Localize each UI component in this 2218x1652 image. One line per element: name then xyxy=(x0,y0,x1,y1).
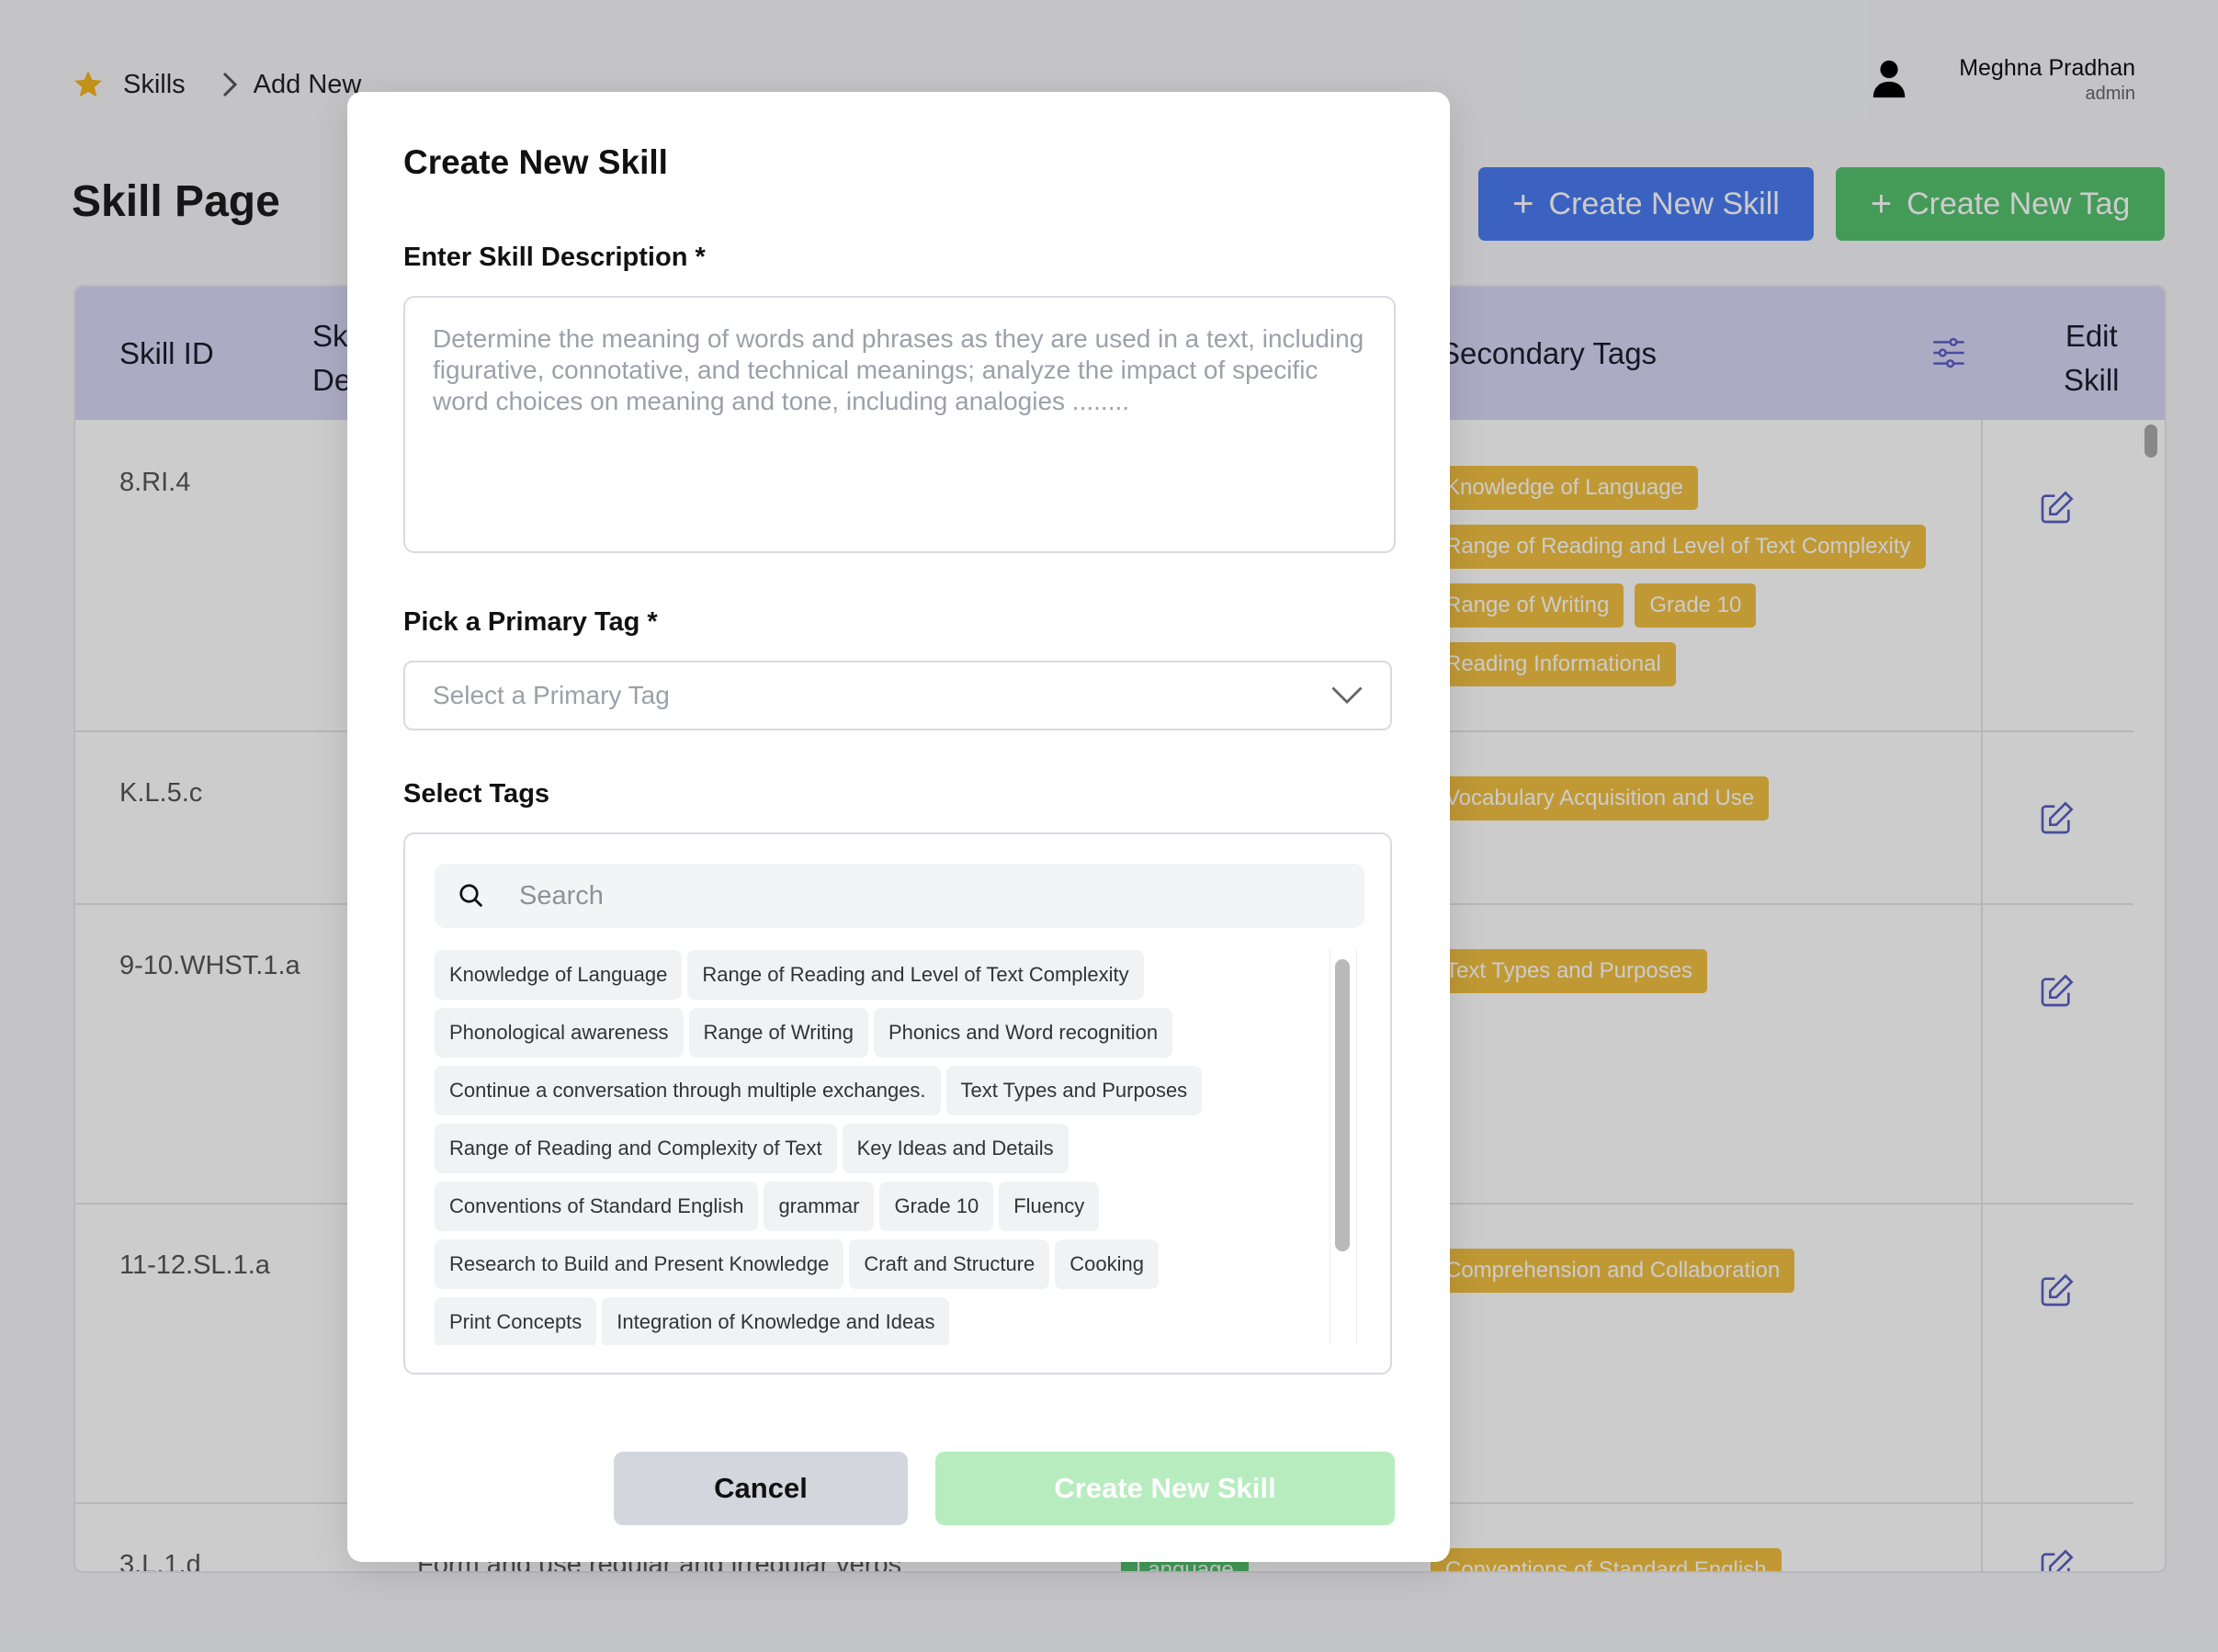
tag-chip[interactable]: Cooking xyxy=(1055,1239,1159,1289)
tag-chip[interactable]: Continue a conversation through multiple… xyxy=(435,1066,941,1115)
tag-search-bar xyxy=(435,864,1364,928)
description-field-box xyxy=(403,296,1396,553)
cancel-button[interactable]: Cancel xyxy=(614,1452,908,1525)
modal-title: Create New Skill xyxy=(403,143,668,181)
tag-chip[interactable]: Text Types and Purposes xyxy=(945,1066,1203,1115)
tag-search-input[interactable] xyxy=(517,879,1348,912)
tag-chip[interactable]: Grade 10 xyxy=(879,1182,994,1231)
tag-chip[interactable]: Integration of Knowledge and Ideas xyxy=(602,1297,950,1345)
description-label: Enter Skill Description * xyxy=(403,243,706,272)
chevron-down-icon xyxy=(1331,686,1363,705)
tag-chip[interactable]: Key Ideas and Details xyxy=(842,1124,1069,1173)
create-skill-submit-button[interactable]: Create New Skill xyxy=(935,1452,1395,1525)
tag-chip-list: Knowledge of Language Range of Reading an… xyxy=(435,950,1298,1345)
primary-tag-select[interactable]: Select a Primary Tag xyxy=(403,661,1392,730)
search-icon xyxy=(459,884,483,908)
select-tags-label: Select Tags xyxy=(403,779,550,809)
tags-picker: Knowledge of LanguageRange of Reading an… xyxy=(403,832,1392,1375)
primary-tag-select-placeholder: Select a Primary Tag xyxy=(433,681,670,709)
tag-chip[interactable]: Craft and Structure xyxy=(849,1239,1050,1289)
tag-chip[interactable]: Range of Reading and Complexity of Text xyxy=(435,1124,837,1173)
tag-chip[interactable]: grammar xyxy=(764,1182,875,1231)
tag-list-scrollbar[interactable] xyxy=(1335,959,1350,1251)
tag-chip[interactable]: Phonics and Word recognition xyxy=(873,1008,1173,1058)
tag-chip[interactable]: Conventions of Standard English xyxy=(435,1182,759,1231)
tag-chip[interactable]: Range of Writing xyxy=(688,1008,868,1058)
tag-chip[interactable]: Phonological awareness xyxy=(435,1008,684,1058)
tag-chip[interactable]: Range of Reading and Level of Text Compl… xyxy=(687,950,1144,1000)
tag-chip[interactable]: Print Concepts xyxy=(435,1297,597,1345)
tag-chip[interactable]: Knowledge of Language xyxy=(435,950,683,1000)
create-skill-modal: Create New Skill Enter Skill Description… xyxy=(347,92,1450,1562)
primary-tag-label: Pick a Primary Tag * xyxy=(403,607,658,637)
tag-chip[interactable]: Research to Build and Present Knowledge xyxy=(435,1239,844,1289)
skill-description-textarea[interactable] xyxy=(405,298,1394,551)
tag-chip[interactable]: Fluency xyxy=(999,1182,1100,1231)
